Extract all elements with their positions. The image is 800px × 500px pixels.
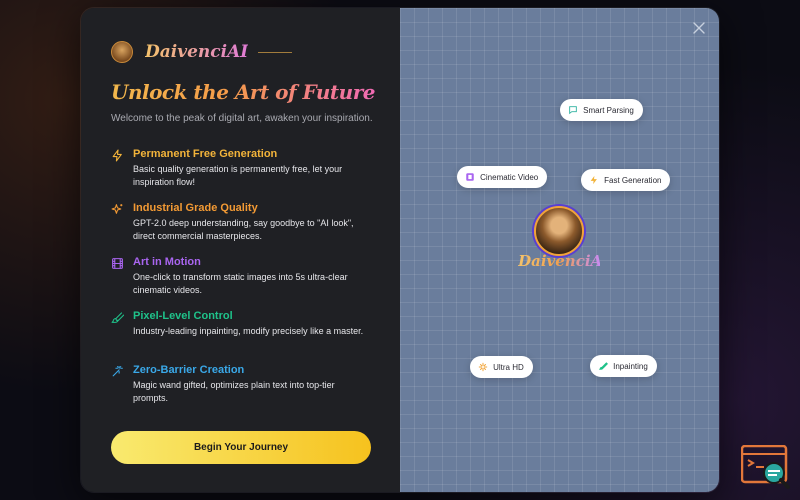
subtitle: Welcome to the peak of digital art, awak… [111, 113, 373, 124]
feature-list: Permanent Free Generation Basic quality … [111, 148, 371, 418]
welcome-modal: DaivenciAI Unlock the Art of Future Welc… [80, 7, 720, 493]
feature-description: Industry-leading inpainting, modify prec… [133, 326, 364, 336]
chip-inpainting: Inpainting [590, 355, 657, 377]
feature-description: Basic quality generation is permanently … [133, 164, 343, 187]
begin-journey-button[interactable]: Begin Your Journey [111, 431, 371, 464]
magic-wand-icon [111, 364, 133, 418]
chip-label: Inpainting [613, 361, 648, 371]
chip-fast-generation: Fast Generation [581, 169, 671, 191]
film-icon [111, 256, 133, 310]
chat-icon [568, 105, 578, 115]
feature-showcase-panel: Smart Parsing Cinematic Video Fast Gener… [400, 8, 719, 492]
feature-description: GPT-2.0 deep understanding, say goodbye … [133, 218, 354, 241]
feature-title: Art in Motion [133, 256, 201, 268]
feature-description: Magic wand gifted, optimizes plain text … [133, 380, 335, 403]
lightning-icon [111, 148, 133, 202]
lightning-icon [589, 175, 599, 185]
brand-header: DaivenciAI [111, 38, 370, 66]
feature-item: Industrial Grade Quality GPT-2.0 deep un… [111, 202, 371, 256]
brand-divider [258, 51, 293, 53]
chip-label: Fast Generation [604, 175, 662, 185]
sparkle-icon [111, 202, 133, 256]
feature-item: Art in Motion One-click to transform sta… [111, 256, 371, 310]
chip-cinematic-video: Cinematic Video [457, 166, 548, 188]
chip-ultra-hd: Ultra HD [470, 356, 533, 378]
brand-logo [111, 41, 133, 63]
film-icon [465, 172, 475, 182]
close-icon[interactable] [691, 20, 707, 36]
brush-icon [598, 361, 609, 371]
portrait-emblem [534, 206, 585, 256]
code-search-widget[interactable] [740, 444, 791, 489]
sparkle-icon [478, 362, 488, 372]
brand-wordmark: DaivenciAI [145, 42, 249, 62]
chip-label: Ultra HD [493, 362, 524, 372]
feature-title: Pixel-Level Control [133, 310, 233, 322]
feature-title: Permanent Free Generation [133, 148, 278, 160]
headline: Unlock the Art of Future [111, 80, 375, 104]
feature-item: Permanent Free Generation Basic quality … [111, 148, 371, 202]
chip-label: Smart Parsing [583, 105, 634, 115]
brush-icon [111, 310, 133, 364]
feature-description: One-click to transform static images int… [133, 272, 348, 295]
chip-smart-parsing: Smart Parsing [560, 99, 643, 121]
chip-label: Cinematic Video [480, 172, 539, 182]
feature-item: Pixel-Level Control Industry-leading inp… [111, 310, 371, 364]
center-wordmark: DaivenciAI [518, 252, 610, 270]
welcome-panel: DaivenciAI Unlock the Art of Future Welc… [81, 8, 401, 492]
feature-title: Zero-Barrier Creation [133, 364, 245, 376]
feature-item: Zero-Barrier Creation Magic wand gifted,… [111, 364, 371, 418]
center-brand-logo: DaivenciAI [518, 206, 610, 278]
feature-title: Industrial Grade Quality [133, 202, 258, 214]
